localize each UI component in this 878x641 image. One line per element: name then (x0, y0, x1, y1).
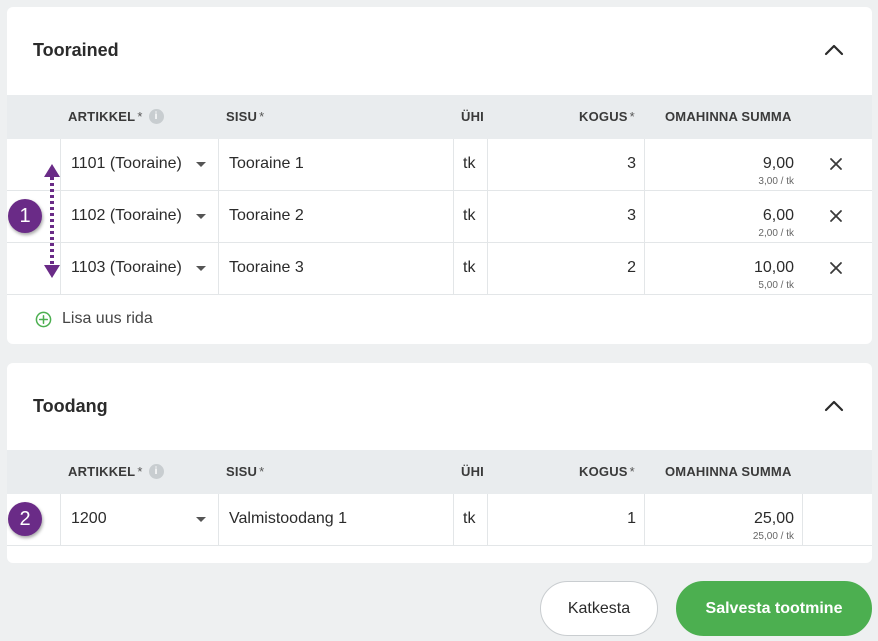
uhi-cell[interactable]: tk (453, 191, 487, 242)
close-icon[interactable] (826, 154, 846, 174)
toodang-table-header: ARTIKKEL * i SISU * ÜHI KOGUS * OMAHINNA SUM… (7, 450, 872, 494)
kogus-input[interactable]: 3 (487, 139, 644, 190)
kogus-input[interactable]: 2 (487, 243, 644, 294)
toorained-card: Toorained ARTIKKEL * i SISU * ÜHI KOGUS * OM… (7, 7, 872, 344)
summa-cell: 10,00 5,00 / tk (644, 243, 802, 294)
col-artikkel: ARTIKKEL * i (68, 95, 164, 139)
artikkel-select[interactable]: 1200 (60, 494, 218, 545)
table-row: 1102 (Tooraine) Tooraine 2 tk 3 6,00 2,00… (7, 191, 872, 243)
toorained-table-header: ARTIKKEL * i SISU * ÜHI KOGUS * OMAHINNA SUM… (7, 95, 872, 139)
caret-down-icon[interactable] (196, 266, 206, 271)
toorained-title: Toorained (33, 40, 119, 60)
caret-down-icon[interactable] (196, 162, 206, 167)
uhi-cell[interactable]: tk (453, 139, 487, 190)
col-summa: OMAHINNA SUMMA (665, 109, 792, 124)
uhi-cell[interactable]: tk (453, 243, 487, 294)
table-row: 1103 (Tooraine) Tooraine 3 tk 2 10,00 5,0… (7, 243, 872, 295)
add-row-label: Lisa uus rida (62, 310, 153, 327)
row-actions (802, 139, 872, 190)
add-row-button[interactable]: Lisa uus rida (35, 308, 153, 330)
artikkel-select[interactable]: 1103 (Tooraine) (60, 243, 218, 294)
row-actions (802, 191, 872, 242)
chevron-up-icon (824, 44, 844, 56)
col-uhi: ÜHI (461, 109, 484, 124)
plus-circle-icon (35, 311, 52, 327)
col-artikkel: ARTIKKEL * i (68, 450, 164, 494)
row-actions (802, 494, 872, 545)
col-summa: OMAHINNA SUMMA (665, 464, 792, 479)
table-row: 1101 (Tooraine) Tooraine 1 tk 3 9,00 3,00… (7, 139, 872, 191)
summa-cell: 6,00 2,00 / tk (644, 191, 802, 242)
col-kogus: KOGUS * (579, 464, 635, 479)
uhi-cell[interactable]: tk (453, 494, 487, 545)
info-icon[interactable]: i (148, 109, 164, 125)
close-icon[interactable] (826, 258, 846, 278)
cancel-button[interactable]: Katkesta (540, 581, 658, 636)
col-uhi: ÜHI (461, 464, 484, 479)
toodang-card: Toodang ARTIKKEL * i SISU * ÜHI KOGUS * OMAH… (7, 363, 872, 563)
toodang-collapse-button[interactable] (822, 394, 846, 418)
toorained-collapse-button[interactable] (822, 38, 846, 62)
sisu-input[interactable]: Tooraine 2 (218, 191, 453, 242)
info-icon[interactable]: i (148, 464, 164, 480)
kogus-input[interactable]: 1 (487, 494, 644, 545)
col-sisu: SISU * (226, 464, 265, 479)
toodang-title: Toodang (33, 396, 108, 416)
summa-cell: 9,00 3,00 / tk (644, 139, 802, 190)
col-sisu: SISU * (226, 109, 265, 124)
sisu-input[interactable]: Tooraine 1 (218, 139, 453, 190)
col-kogus: KOGUS * (579, 109, 635, 124)
drag-arrow-icon (44, 164, 60, 278)
artikkel-select[interactable]: 1102 (Tooraine) (60, 191, 218, 242)
row-actions (802, 243, 872, 294)
sisu-input[interactable]: Tooraine 3 (218, 243, 453, 294)
chevron-up-icon (824, 400, 844, 412)
caret-down-icon[interactable] (196, 214, 206, 219)
close-icon[interactable] (826, 206, 846, 226)
save-button[interactable]: Salvesta tootmine (676, 581, 872, 636)
summa-cell: 25,00 25,00 / tk (644, 494, 802, 545)
step-marker-2: 2 (8, 502, 42, 536)
sisu-input[interactable]: Valmistoodang 1 (218, 494, 453, 545)
caret-down-icon[interactable] (196, 517, 206, 522)
kogus-input[interactable]: 3 (487, 191, 644, 242)
step-marker-1: 1 (8, 199, 42, 233)
artikkel-select[interactable]: 1101 (Tooraine) (60, 139, 218, 190)
table-row: 1200 Valmistoodang 1 tk 1 25,00 25,00 / t… (7, 494, 872, 546)
